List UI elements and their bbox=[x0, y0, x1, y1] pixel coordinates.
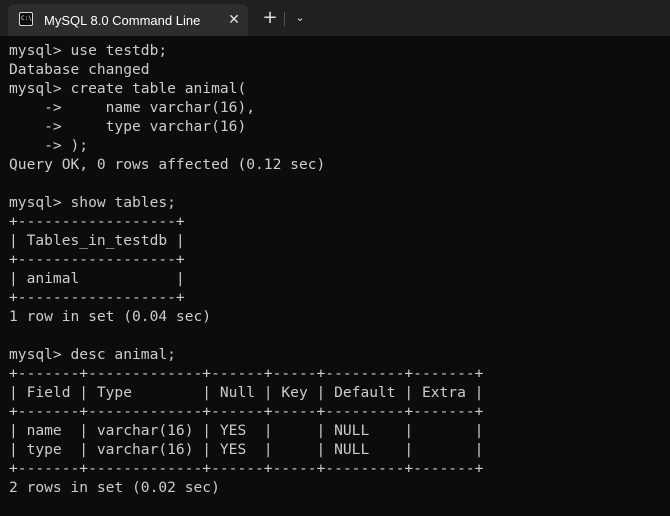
terminal-line: 1 row in set (0.04 sec) bbox=[9, 308, 212, 325]
new-tab-button[interactable]: + bbox=[260, 8, 280, 28]
terminal-line: +-------+-------------+------+-----+----… bbox=[9, 365, 484, 382]
terminal-line: | Field | Type | Null | Key | Default | … bbox=[9, 384, 484, 401]
terminal-line: +------------------+ bbox=[9, 213, 185, 230]
terminal-line: Query OK, 0 rows affected (0.12 sec) bbox=[9, 156, 326, 173]
terminal-line: Database changed bbox=[9, 61, 150, 78]
tab-separator bbox=[284, 12, 285, 26]
terminal-line: mysql> use testdb; bbox=[9, 42, 168, 59]
terminal-line: 2 rows in set (0.02 sec) bbox=[9, 479, 220, 496]
terminal-line: +-------+-------------+------+-----+----… bbox=[9, 403, 484, 420]
close-icon[interactable]: ✕ bbox=[224, 10, 244, 30]
terminal-line: mysql> show tables; bbox=[9, 194, 176, 211]
terminal-line: -> ); bbox=[9, 137, 89, 154]
terminal-line: +------------------+ bbox=[9, 289, 185, 306]
terminal-line: | name | varchar(16) | YES | | NULL | | bbox=[9, 422, 484, 439]
terminal-line: -> type varchar(16) bbox=[9, 118, 247, 135]
terminal-line: +------------------+ bbox=[9, 251, 185, 268]
tab-title: MySQL 8.0 Command Line Client bbox=[44, 13, 202, 28]
chevron-down-icon[interactable]: ⌄ bbox=[290, 8, 310, 28]
terminal-output[interactable]: mysql> use testdb; Database changed mysq… bbox=[0, 36, 670, 516]
terminal-lines: mysql> use testdb; Database changed mysq… bbox=[9, 41, 483, 497]
terminal-line: | animal | bbox=[9, 270, 185, 287]
terminal-line: mysql> desc animal; bbox=[9, 346, 176, 363]
terminal-window: C:\ MySQL 8.0 Command Line Client ✕ + ⌄ … bbox=[0, 0, 670, 516]
terminal-line: +-------+-------------+------+-----+----… bbox=[9, 460, 484, 477]
tab-bar: C:\ MySQL 8.0 Command Line Client ✕ + ⌄ bbox=[0, 0, 670, 36]
terminal-line: | type | varchar(16) | YES | | NULL | | bbox=[9, 441, 484, 458]
console-icon: C:\ bbox=[19, 12, 33, 26]
tab-mysql-client[interactable]: C:\ MySQL 8.0 Command Line Client ✕ bbox=[8, 4, 248, 36]
terminal-line: -> name varchar(16), bbox=[9, 99, 256, 116]
terminal-line: mysql> create table animal( bbox=[9, 80, 247, 97]
terminal-line: | Tables_in_testdb | bbox=[9, 232, 185, 249]
